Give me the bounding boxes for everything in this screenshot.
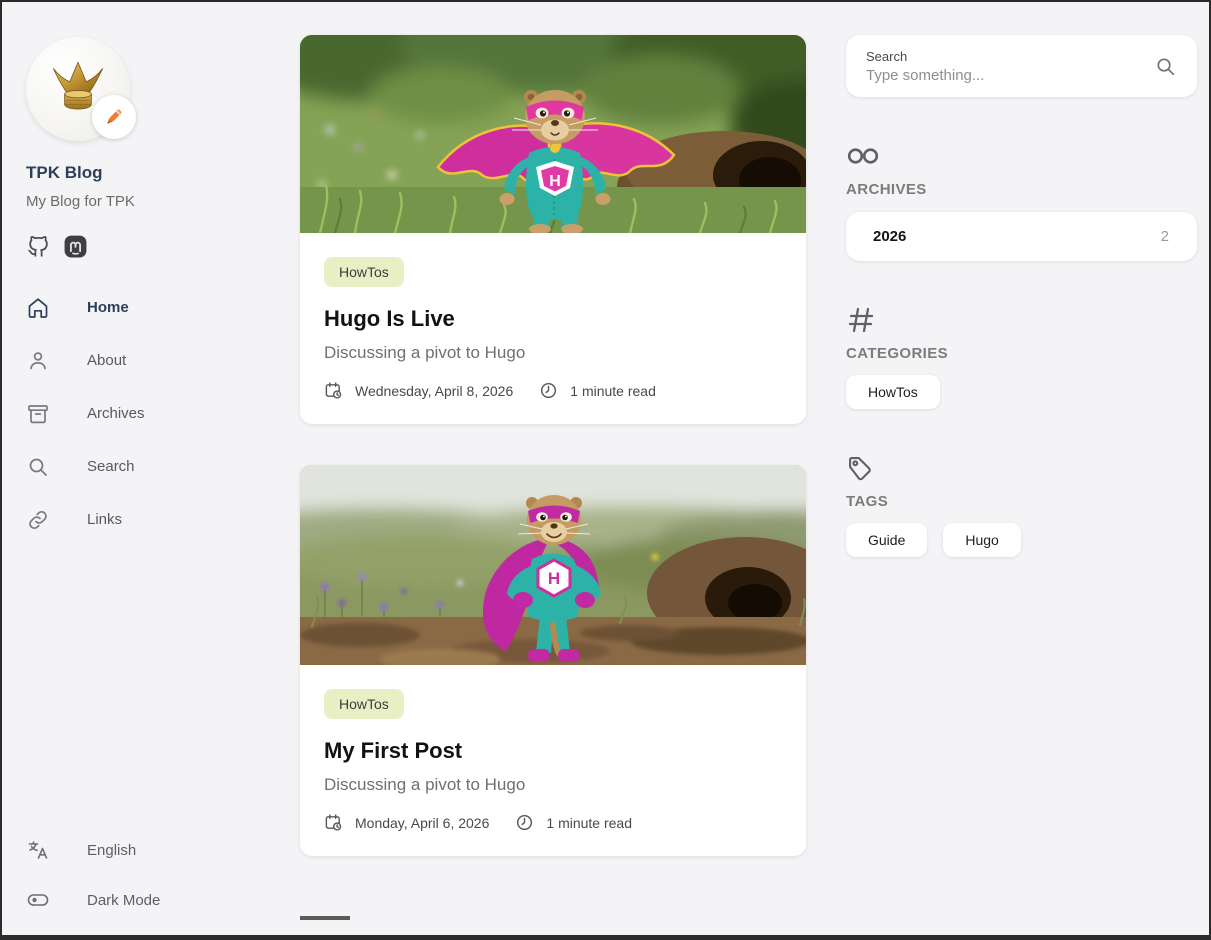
post-body: HowTos My First Post Discussing a pivot … [300,665,806,856]
hash-icon [846,305,1197,335]
archive-icon [26,402,50,426]
archives-section: ARCHIVES 2026 2 [846,141,1197,261]
search-icon [1154,55,1177,78]
sidebar-item-links[interactable]: Links [26,493,282,546]
social-links [26,234,282,259]
post-read-time: 1 minute read [546,815,632,831]
post-title[interactable]: My First Post [324,738,782,764]
github-icon[interactable] [26,234,51,259]
dark-mode-toggle[interactable]: Dark Mode [26,875,282,925]
blog-homepage: TPK Blog My Blog for TPK [0,0,1211,940]
clock-icon [515,813,534,832]
sidebar-nav: Home About [26,281,282,546]
svg-text:H: H [548,569,560,588]
language-icon [26,838,50,862]
archives-card: 2026 2 [846,212,1197,261]
post-thumbnail-wildflowers[interactable]: H [300,465,806,665]
post-list: H [300,2,806,935]
tag-icon [846,453,1197,483]
tags-list: Guide Hugo [846,523,1197,557]
search-texts: Search [866,49,1154,84]
archive-count: 2 [1161,228,1169,245]
post-subtitle: Discussing a pivot to Hugo [324,343,782,363]
person-icon [26,349,50,373]
archives-heading: ARCHIVES [846,181,1197,198]
post-card-hugo-is-live[interactable]: H [300,35,806,424]
sidebar-item-label: Archives [87,405,145,422]
clock-icon [539,381,558,400]
sidebar-item-label: Links [87,511,122,528]
tags-heading: TAGS [846,493,1197,510]
mastodon-icon[interactable] [63,234,88,259]
dark-mode-label: Dark Mode [87,892,160,909]
sidebar-item-label: Home [87,299,129,316]
sidebar-item-about[interactable]: About [26,334,282,387]
sidebar-item-search[interactable]: Search [26,440,282,493]
language-label: English [87,842,136,859]
sidebar-item-label: Search [87,458,135,475]
avatar[interactable] [26,37,130,141]
svg-text:H: H [549,173,561,190]
archive-year-row[interactable]: 2026 2 [846,212,1197,261]
categories-list: HowTos [846,375,1197,409]
infinity-icon [846,141,1197,171]
archive-year: 2026 [873,228,906,245]
language-switcher[interactable]: English [26,825,282,875]
post-subtitle: Discussing a pivot to Hugo [324,775,782,795]
calendar-icon [324,381,343,400]
post-card-my-first-post[interactable]: H HowTos [300,465,806,856]
post-thumbnail-meadow[interactable]: H [300,35,806,233]
post-meta: Monday, April 6, 2026 1 minute read [324,813,782,832]
pencil-icon [103,106,125,128]
post-meta: Wednesday, April 8, 2026 1 minute read [324,381,782,400]
right-sidebar: Search ARCHIVES 2026 2 [846,2,1197,935]
toggle-icon [26,888,50,912]
category-chip-howtos[interactable]: HowTos [846,375,940,409]
sidebar-item-label: About [87,352,126,369]
post-read-time: 1 minute read [570,383,656,399]
home-icon [26,296,50,320]
calendar-icon [324,813,343,832]
edit-avatar-badge[interactable] [92,95,136,139]
sidebar-item-archives[interactable]: Archives [26,387,282,440]
search-icon [26,455,50,479]
category-badge[interactable]: HowTos [324,257,404,287]
categories-heading: CATEGORIES [846,345,1197,362]
post-date: Monday, April 6, 2026 [355,815,489,831]
sidebar-item-home[interactable]: Home [26,281,282,334]
category-badge[interactable]: HowTos [324,689,404,719]
sidebar-spacer [26,546,282,825]
blog-subtitle: My Blog for TPK [26,193,282,210]
post-body: HowTos Hugo Is Live Discussing a pivot t… [300,233,806,424]
link-icon [26,508,50,532]
search-box[interactable]: Search [846,35,1197,97]
search-input[interactable] [866,67,1116,84]
post-date: Wednesday, April 8, 2026 [355,383,513,399]
blog-title[interactable]: TPK Blog [26,163,282,183]
post-title[interactable]: Hugo Is Live [324,306,782,332]
tags-section: TAGS Guide Hugo [846,453,1197,557]
scroll-indicator [300,916,350,920]
left-sidebar: TPK Blog My Blog for TPK [2,2,282,935]
categories-section: CATEGORIES HowTos [846,305,1197,409]
tag-chip-hugo[interactable]: Hugo [943,523,1020,557]
search-label: Search [866,49,1154,64]
tag-chip-guide[interactable]: Guide [846,523,927,557]
